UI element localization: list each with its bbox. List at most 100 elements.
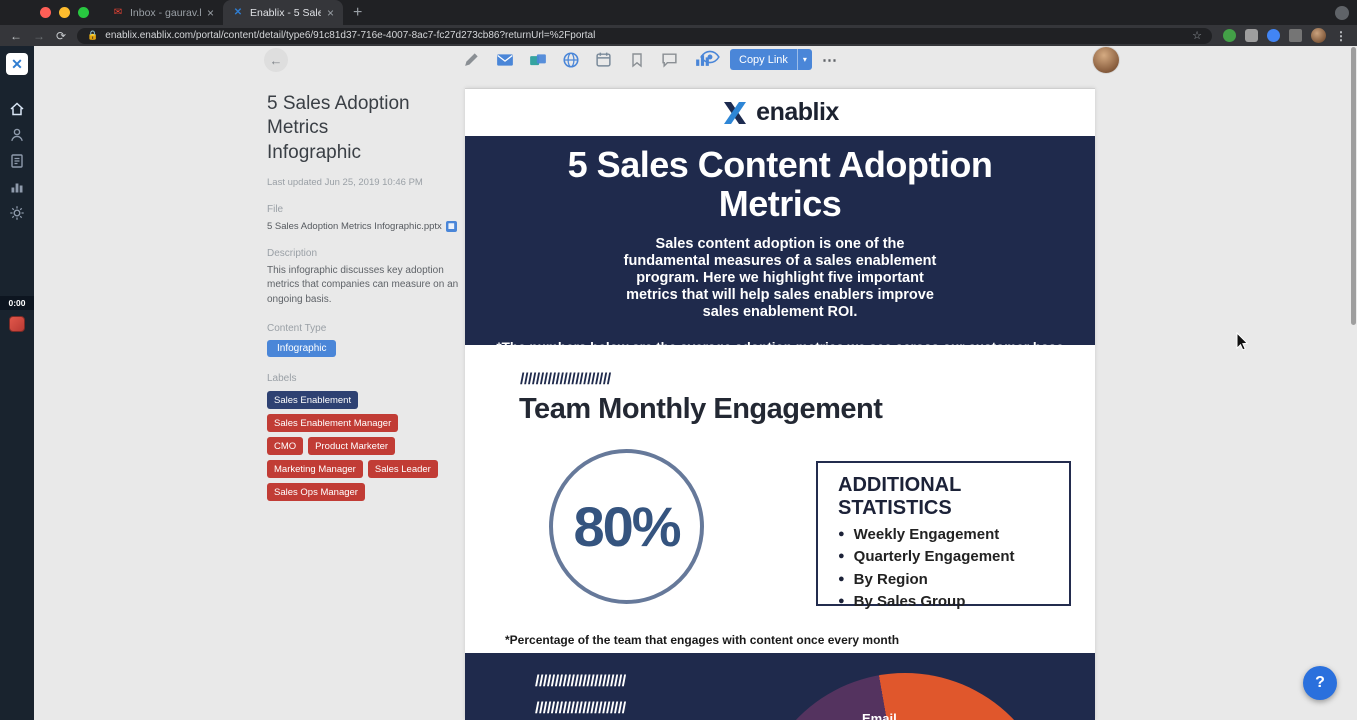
users-nav-icon[interactable] [9,127,25,143]
browser-profile-icon[interactable] [1335,5,1349,20]
label-badge[interactable]: Sales Enablement Manager [267,414,399,433]
share-action-group: Copy Link ▾ ⋯ [700,49,838,70]
content-type-section-label: Content Type [267,323,327,335]
doc-intro-text: Sales content adoption is one of the fun… [623,235,937,320]
label-badge[interactable]: Sales Enablement [267,391,359,410]
enablix-favicon-icon: ✕ [233,7,243,18]
window-zoom-button[interactable] [78,7,89,18]
extension-icon-1[interactable] [1223,29,1236,42]
recorder-icon[interactable] [9,316,25,332]
app-sidebar: ✕ 0:00 [0,46,34,720]
calendar-icon[interactable] [594,50,613,69]
window-controls [0,7,103,18]
enablix-logo[interactable]: ✕ [6,53,28,75]
document-preview[interactable]: enablix 5 Sales Content Adoption Metrics… [465,88,1095,720]
engagement-section: /////////////////////// Team Monthly Eng… [465,345,1095,653]
file-type-icon[interactable]: ▦ [445,220,457,232]
window-minimize-button[interactable] [59,7,70,18]
analytics-nav-icon[interactable] [9,179,25,195]
engagement-percentage: 80% [573,495,681,558]
file-row[interactable]: 5 Sales Adoption Metrics Infographic.ppt… [267,220,463,232]
last-updated: Last updated Jun 25, 2019 10:46 PM [267,176,423,188]
stat-item: ● By Sales Group [838,593,1069,610]
browser-address-bar: ← → ⟳ 🔒 enablix.enablix.com/portal/conte… [0,25,1357,46]
stats-title: ADDITIONAL STATISTICS [838,474,961,519]
bookmark-star-icon[interactable]: ☆ [1192,29,1202,42]
file-section-label: File [267,203,284,215]
user-avatar[interactable] [1093,47,1119,73]
content-action-toolbar [462,50,712,69]
stat-item: ● By Region [838,571,1069,588]
browser-window: ✉ Inbox - gaurav.harode@enabli... × ✕ En… [0,0,1357,720]
browser-menu-icon[interactable]: ⋮ [1335,29,1347,43]
label-badge[interactable]: Marketing Manager [267,460,363,479]
globe-publish-icon[interactable] [561,50,580,69]
doc-title: 5 Sales Content Adoption Metrics [567,144,993,224]
browser-tab-inbox[interactable]: ✉ Inbox - gaurav.harode@enabli... × [103,0,223,25]
url-text[interactable]: enablix.enablix.com/portal/content/detai… [105,30,1185,41]
preview-eye-icon[interactable] [700,50,720,69]
pie-slice-label: Email [862,711,897,720]
session-timer: 0:00 [0,296,34,310]
content-type-badge[interactable]: Infographic [267,340,337,358]
puzzle-extensions-icon[interactable] [1289,29,1302,42]
page-scrollbar[interactable] [1351,47,1356,325]
tab-close-icon[interactable]: × [327,6,334,20]
next-metric-section: /////////////////////// ////////////////… [465,653,1095,720]
decorative-slashes: /////////////////////// [520,371,611,388]
url-omnibox[interactable]: 🔒 enablix.enablix.com/portal/content/det… [77,27,1212,44]
bullet-icon: ● [838,595,845,607]
bullet-icon: ● [838,527,845,540]
description-text: This infographic discusses key adoption … [267,264,459,305]
browser-back-button[interactable]: ← [10,30,22,42]
browser-forward-button[interactable]: → [33,30,45,42]
browser-avatar[interactable] [1311,28,1326,43]
back-button[interactable]: ← [264,48,288,72]
comment-icon[interactable] [660,50,679,69]
gmail-favicon-icon: ✉ [113,7,123,18]
browser-tab-enablix[interactable]: ✕ Enablix - 5 Sales Adoption Me... × [223,0,343,25]
stat-text: Weekly Engagement [853,525,1000,543]
content-detail-panel: 5 Sales Adoption Metrics Infographic Las… [267,92,463,502]
decorative-slashes: /////////////////////// [535,700,626,717]
stat-item: ● Quarterly Engagement [838,548,1069,565]
new-tab-button[interactable]: + [353,4,362,22]
window-close-button[interactable] [40,7,51,18]
additional-statistics-box: ADDITIONAL STATISTICS ● Weekly Engagemen… [816,461,1071,610]
percentage-ring: 80% [549,449,704,604]
bullet-icon: ● [838,550,845,562]
doc-brand-name: enablix [756,98,839,126]
tab-title: Inbox - gaurav.harode@enabli... [130,6,201,19]
extension-icon-3[interactable] [1267,29,1280,42]
browser-reload-button[interactable]: ⟳ [56,30,66,42]
labels-section-label: Labels [267,373,297,385]
ssl-lock-icon: 🔒 [87,30,99,40]
doc-brand-header: enablix [465,89,1095,136]
label-badge[interactable]: Sales Ops Manager [267,483,365,502]
more-options-button[interactable]: ⋯ [822,51,838,69]
spaces-icon[interactable] [528,50,547,69]
copy-link-dropdown[interactable]: ▾ [796,49,812,70]
file-name[interactable]: 5 Sales Adoption Metrics Infographic.ppt… [267,221,442,232]
label-badge[interactable]: CMO [267,437,304,456]
mouse-cursor [1236,331,1250,357]
doc-banner: 5 Sales Content Adoption Metrics Sales c… [465,136,1095,355]
label-badge[interactable]: Sales Leader [367,460,438,479]
extension-icon-2[interactable] [1245,29,1258,42]
stat-text: Quarterly Engagement [853,548,1015,565]
engagement-title: Team Monthly Engagement [519,393,883,425]
tab-title: Enablix - 5 Sales Adoption Me... [250,6,321,19]
bullet-icon: ● [838,572,845,585]
bookmark-icon[interactable] [627,50,646,69]
description-section-label: Description [267,247,318,259]
copy-link-button[interactable]: Copy Link [730,49,797,70]
edit-pencil-icon[interactable] [462,50,481,69]
tab-close-icon[interactable]: × [207,6,214,20]
label-badge[interactable]: Product Marketer [308,437,396,456]
home-nav-icon[interactable] [9,101,25,117]
content-nav-icon[interactable] [9,153,25,169]
settings-gear-icon[interactable] [9,205,25,221]
stat-text: By Region [853,570,928,588]
help-button[interactable]: ? [1303,666,1337,700]
email-icon[interactable] [495,50,514,69]
